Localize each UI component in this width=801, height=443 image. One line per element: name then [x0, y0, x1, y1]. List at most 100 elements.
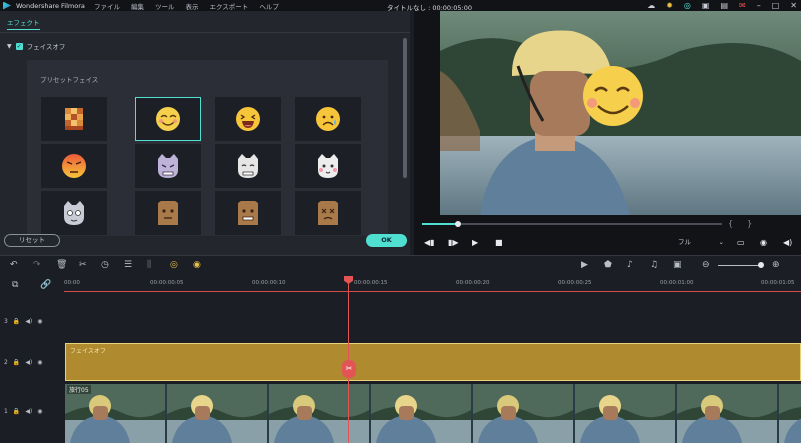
face-laugh[interactable]	[215, 97, 281, 141]
face-bag-dizzy[interactable]	[295, 191, 361, 235]
reset-button[interactable]: リセット	[4, 234, 60, 247]
face-cat-gray[interactable]	[41, 191, 107, 235]
menu-edit[interactable]: 編集	[131, 1, 144, 11]
tick-label: 00:00:00:25	[558, 280, 592, 286]
music-icon[interactable]: ♫	[650, 260, 658, 270]
tear-face-icon	[316, 107, 340, 131]
volume-icon[interactable]: ◀)	[783, 238, 792, 247]
ok-button[interactable]: OK	[366, 234, 407, 247]
face-bag[interactable]	[135, 191, 201, 235]
mail-icon[interactable]: ✉	[739, 1, 746, 10]
lock-icon[interactable]: 🔒	[13, 408, 20, 415]
bag-dizzy-face-icon	[318, 201, 338, 225]
menu-help[interactable]: ヘルプ	[259, 1, 279, 11]
expand-arrow-icon[interactable]: ▼	[7, 43, 12, 50]
video-clip-label: 旅行05	[67, 385, 91, 394]
zoom-slider[interactable]	[718, 265, 762, 266]
preset-title: プリセットフェイス	[40, 76, 99, 84]
track-number: 3	[4, 318, 8, 325]
play-step-icon[interactable]: ▮▶	[448, 238, 459, 247]
quality-select[interactable]: フル ⌄	[678, 236, 726, 248]
angry-face-icon	[62, 154, 86, 178]
menu-tools[interactable]: ツール	[155, 1, 175, 11]
laugh-face-icon	[236, 107, 260, 131]
bag-grin-face-icon	[238, 201, 258, 225]
profile-icon[interactable]: ▣	[702, 1, 710, 10]
faceoff-checkbox[interactable]: ✓	[15, 42, 23, 50]
face-smile[interactable]	[135, 97, 201, 141]
face-cat-shy[interactable]	[295, 144, 361, 188]
tick-label: 00:00	[64, 280, 80, 286]
tab-effect[interactable]: エフェクト	[7, 17, 40, 30]
cloud-icon[interactable]: ☁	[647, 1, 655, 10]
zoom-out-icon[interactable]: ⊖	[702, 260, 710, 270]
preview-progress[interactable]	[422, 221, 722, 227]
face-bag-grin[interactable]	[215, 191, 281, 235]
delete-icon[interactable]: 🗑	[56, 260, 67, 270]
play-icon[interactable]: ▶	[472, 238, 478, 247]
link-icon[interactable]: 🔗	[40, 280, 51, 290]
face-angry[interactable]	[41, 144, 107, 188]
progress-knob[interactable]	[455, 221, 461, 227]
bag-face-icon	[158, 201, 178, 225]
marker-icon[interactable]: ⬟	[604, 260, 612, 270]
mic-icon[interactable]: ♪	[627, 260, 633, 270]
clip-thumbnail	[677, 384, 777, 443]
render-icon[interactable]: ▶	[581, 260, 588, 270]
zoom-in-icon[interactable]: ⊕	[772, 260, 780, 270]
speed-icon[interactable]: ◷	[101, 260, 109, 270]
audio-icon[interactable]: ⫼	[147, 260, 151, 270]
tree-item-faceoff[interactable]: ▼ ✓ フェイスオフ	[7, 41, 65, 51]
effect-scrollbar[interactable]	[403, 38, 407, 178]
track-head-2: 2 🔒 ◀) ◉	[0, 359, 64, 366]
mute-icon[interactable]: ◀)	[25, 318, 32, 325]
undo-icon[interactable]: ↶	[10, 260, 18, 270]
eye-icon[interactable]: ◉	[37, 408, 42, 415]
preview-video	[440, 11, 801, 215]
face-tear[interactable]	[295, 97, 361, 141]
stop-icon[interactable]: ■	[495, 238, 503, 247]
menu-view[interactable]: 表示	[186, 1, 199, 11]
tick-label: 00:00:00:05	[150, 280, 184, 286]
cut-icon[interactable]: ✂	[79, 260, 87, 270]
monitor-icon[interactable]: ▭	[737, 238, 745, 247]
face-cat-angry[interactable]	[135, 144, 201, 188]
add-track-icon[interactable]: ⧉	[12, 280, 18, 290]
filmora-logo-icon	[3, 1, 11, 10]
cat-shy-face-icon	[318, 154, 338, 178]
mute-icon[interactable]: ◀)	[25, 359, 32, 366]
eye-icon[interactable]: ◉	[37, 318, 42, 325]
subtitle-icon[interactable]: ▣	[673, 260, 682, 270]
app-name: Wondershare Filmora	[16, 1, 85, 10]
close-icon[interactable]: ✕	[790, 1, 797, 10]
maximize-icon[interactable]: □	[772, 1, 780, 10]
minimize-icon[interactable]: –	[757, 1, 761, 10]
video-clip-travel[interactable]: 旅行05	[65, 384, 801, 443]
prev-frame-icon[interactable]: ◀▮	[424, 238, 435, 247]
cat-face-icon	[238, 154, 258, 178]
menu-bar: Wondershare Filmora ファイル 編集 ツール 表示 エクスポー…	[0, 0, 801, 12]
lock-icon[interactable]: 🔒	[13, 318, 20, 325]
snapshot-icon[interactable]: ◉	[760, 238, 767, 247]
zoom-slider-knob[interactable]	[758, 262, 764, 268]
save-icon[interactable]: ▤	[720, 1, 728, 10]
mute-icon[interactable]: ◀)	[25, 408, 32, 415]
mark-in-out-icon[interactable]: {}	[728, 219, 766, 228]
menu-export[interactable]: エクスポート	[210, 1, 249, 11]
bulb-icon[interactable]: ✹	[666, 1, 673, 10]
effect-clip-faceoff[interactable]: フェイスオフ	[65, 343, 801, 381]
clip-thumbnail	[575, 384, 675, 443]
lock-icon[interactable]: 🔒	[13, 359, 20, 366]
face-cat[interactable]	[215, 144, 281, 188]
headset-icon[interactable]: ◎	[684, 1, 691, 10]
split-scissor-icon[interactable]: ✂	[342, 360, 356, 378]
adjust-icon[interactable]: ☰	[124, 260, 132, 270]
tick-label: 00:00:00:10	[252, 280, 286, 286]
menu-file[interactable]: ファイル	[94, 1, 120, 11]
stabilize-icon[interactable]: ◉	[193, 260, 201, 270]
redo-icon[interactable]: ↷	[33, 260, 41, 270]
color-icon[interactable]: ◎	[170, 260, 178, 270]
eye-icon[interactable]: ◉	[37, 359, 42, 366]
progress-fill	[422, 223, 458, 225]
face-pixel[interactable]	[41, 97, 107, 141]
